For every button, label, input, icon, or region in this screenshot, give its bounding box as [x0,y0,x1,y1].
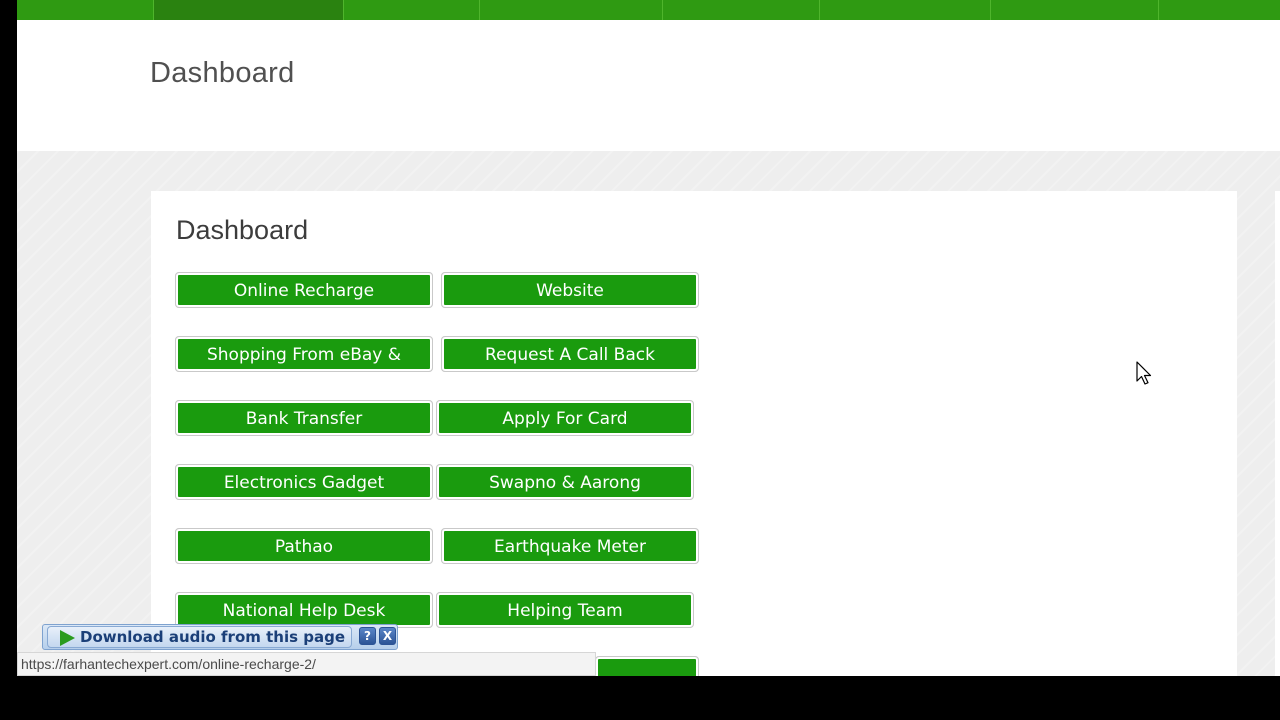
button-label: Helping Team [507,601,623,621]
nav-item-3[interactable] [344,0,480,20]
close-icon[interactable]: X [379,627,396,645]
button-label: Swapno & Aarong [489,473,641,493]
nav-item-8[interactable] [1159,0,1280,20]
button-label: Apply For Card [502,409,628,429]
page-title: Dashboard [150,57,295,89]
apply-for-card-button[interactable]: Apply For Card [436,400,694,436]
nav-item-7[interactable] [991,0,1159,20]
nav-item-1[interactable] [17,0,154,20]
left-black-border [0,0,17,720]
pathao-button[interactable]: Pathao [175,528,433,564]
shopping-ebay-button[interactable]: Shopping From eBay & [175,336,433,372]
download-audio-button[interactable]: Download audio from this page [47,626,352,648]
bottom-black-border [0,676,1280,720]
right-sidebar-edge [1275,191,1280,676]
help-icon[interactable]: ? [359,627,376,645]
bank-transfer-button[interactable]: Bank Transfer [175,400,433,436]
status-bar-url: https://farhantechexpert.com/online-rech… [17,652,596,676]
download-audio-label: Download audio from this page [80,628,346,646]
card-title: Dashboard [176,215,309,245]
button-label: Website [536,281,604,301]
electronics-gadget-button[interactable]: Electronics Gadget [175,464,433,500]
button-label: Shopping From eBay & [206,345,402,365]
dashboard-card: Dashboard Online Recharge Website Shoppi… [151,191,1237,676]
nav-item-2[interactable] [154,0,344,20]
swapno-aarong-button[interactable]: Swapno & Aarong [436,464,694,500]
nav-item-5[interactable] [663,0,820,20]
download-audio-toolbar: Download audio from this page ? X [42,624,398,650]
button-label: Pathao [274,537,334,557]
helping-team-button[interactable]: Helping Team [436,592,694,628]
national-help-desk-button[interactable]: National Help Desk [175,592,433,628]
button-label: National Help Desk [222,601,386,621]
mouse-cursor-icon [1136,361,1154,391]
button-label: Online Recharge [233,281,375,301]
top-navbar [17,0,1280,20]
button-label: Earthquake Meter [494,537,646,557]
button-label: Electronics Gadget [223,473,385,493]
partial-button[interactable] [595,656,699,676]
play-icon [60,630,75,646]
page-header: Dashboard [17,20,1280,151]
online-recharge-button[interactable]: Online Recharge [175,272,433,308]
earthquake-meter-button[interactable]: Earthquake Meter [441,528,699,564]
button-label: Request A Call Back [485,345,655,365]
request-call-back-button[interactable]: Request A Call Back [441,336,699,372]
nav-item-4[interactable] [480,0,663,20]
nav-item-6[interactable] [820,0,991,20]
website-button[interactable]: Website [441,272,699,308]
button-label: Bank Transfer [245,409,363,429]
browser-viewport: Dashboard Dashboard Online Recharge Webs… [17,0,1280,676]
